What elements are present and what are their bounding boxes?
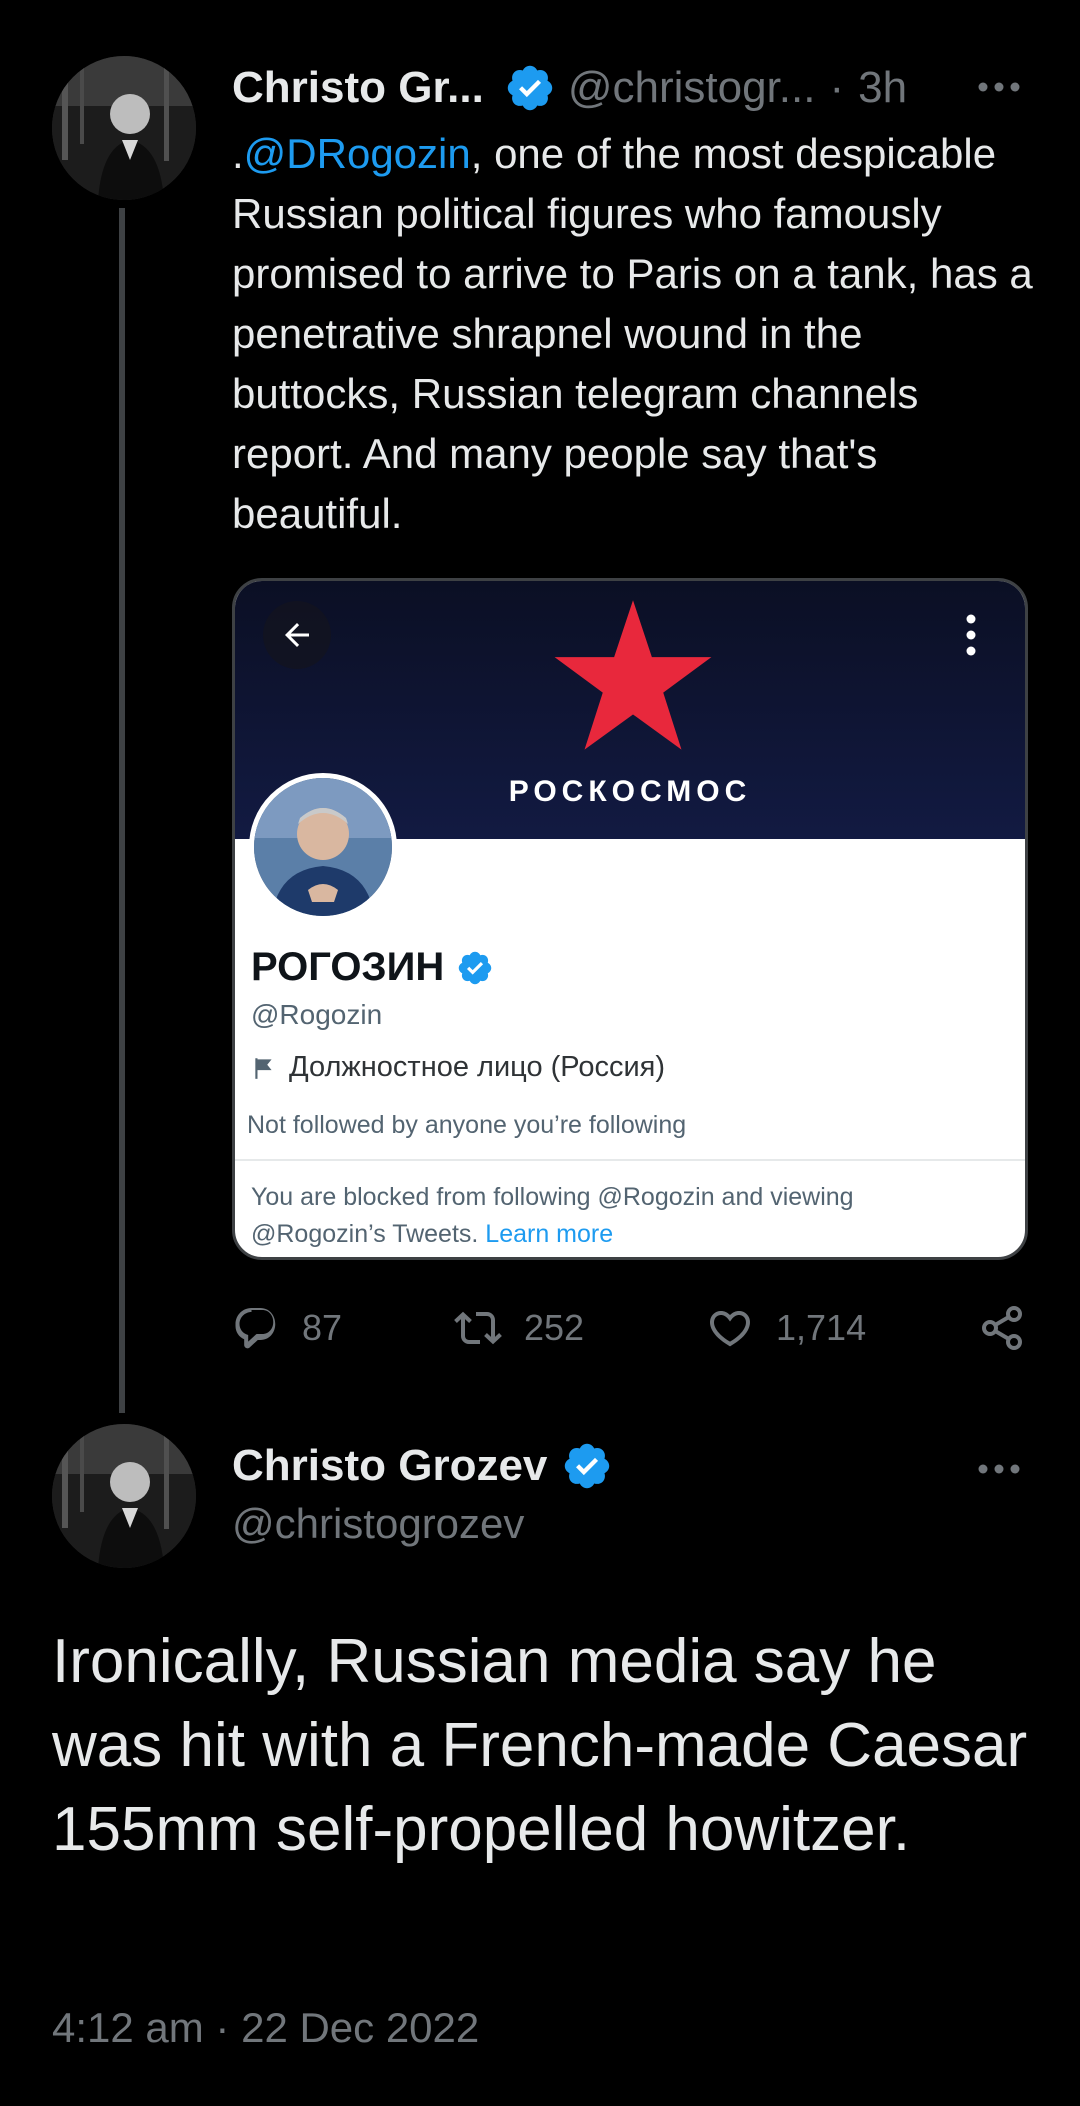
mention-link[interactable]: @DRogozin [244, 130, 471, 177]
arrow-left-icon [285, 623, 309, 647]
tweet-timestamp[interactable]: 4:12 am · 22 Dec 2022 [52, 2004, 479, 2052]
profile-avatar [249, 773, 397, 921]
kebab-menu-button [943, 601, 999, 669]
learn-more-link: Learn more [485, 1220, 614, 1248]
header-separator: · [829, 63, 845, 112]
profile-name-row: РОГОЗИН [251, 945, 494, 990]
tweet-header: Christo Gr... @christogr... · 3h [232, 58, 907, 118]
tweet-text-prefix: . [232, 130, 244, 177]
tweet-time[interactable]: 3h [858, 63, 907, 113]
share-icon [982, 1306, 1022, 1350]
more-options-button[interactable] [976, 62, 1022, 107]
tweet-action-bar: 87 252 1,714 [232, 1296, 1032, 1360]
flag-icon [255, 1057, 272, 1079]
verified-badge-icon [507, 65, 553, 111]
more-vertical-icon [966, 614, 976, 656]
author-handle[interactable]: @christogrozev [232, 1500, 524, 1548]
reply-count: 87 [302, 1307, 343, 1348]
author-avatar[interactable] [52, 1424, 196, 1568]
author-name[interactable]: Christo Gr... [232, 63, 484, 113]
verified-badge-icon [565, 1443, 610, 1489]
back-button [263, 601, 331, 669]
profile-label: Должностное лицо (Россия) [251, 1051, 665, 1084]
more-horizontal-icon [978, 82, 1020, 92]
heart-icon [709, 1311, 751, 1347]
like-button[interactable]: 1,714 [706, 1296, 866, 1360]
more-options-button[interactable] [976, 1444, 1022, 1489]
author-name[interactable]: Christo Grozev [232, 1441, 547, 1491]
profile-handle: @Rogozin [251, 999, 383, 1030]
profile-name: РОГОЗИН [251, 945, 445, 989]
blocked-notice: You are blocked from following @Rogozin … [251, 1179, 991, 1253]
reply-icon [235, 1308, 276, 1349]
more-horizontal-icon [978, 1464, 1020, 1474]
reply-button[interactable]: 87 [232, 1296, 342, 1360]
like-count: 1,714 [776, 1307, 867, 1348]
follow-info: Not followed by anyone you’re following [247, 1111, 687, 1139]
thread-connector-line [119, 208, 125, 1413]
author-handle[interactable]: @christogr... [568, 63, 816, 113]
tweet-text: Ironically, Russian media say he was hit… [52, 1627, 1028, 1864]
divider [235, 1159, 1025, 1161]
attached-image[interactable]: РОСКОСМОС РОГОЗИН @Rogozin Должностное л… [232, 578, 1028, 1260]
share-button[interactable] [978, 1296, 1048, 1360]
author-avatar[interactable] [52, 56, 196, 200]
tweet-text-body: , one of the most despicable Russian pol… [232, 130, 1033, 537]
tweet-text: .@DRogozin, one of the most despicable R… [232, 124, 1042, 544]
retweet-button[interactable]: 252 [454, 1296, 584, 1360]
verified-badge-icon [459, 951, 492, 984]
retweet-count: 252 [524, 1307, 585, 1348]
red-star-icon [554, 600, 712, 750]
author-name-row: Christo Grozev [232, 1440, 625, 1492]
retweet-icon [454, 1311, 502, 1345]
profile-label-text: Должностное лицо (Россия) [289, 1051, 666, 1083]
